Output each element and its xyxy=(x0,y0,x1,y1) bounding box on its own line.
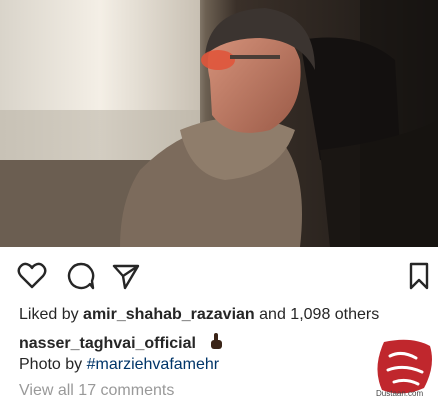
pointing-up-hand-icon xyxy=(211,333,223,349)
paper-plane-icon[interactable] xyxy=(111,261,141,291)
photo-by-label: Photo by xyxy=(19,356,83,373)
comment-icon[interactable] xyxy=(66,261,96,291)
photo-credit: Photo by #marziehvafamehr xyxy=(19,356,219,374)
bookmark-icon[interactable] xyxy=(408,261,430,291)
hashtag-link[interactable]: #marziehvafamehr xyxy=(87,356,220,373)
likes-suffix[interactable]: and 1,098 others xyxy=(259,306,379,323)
likes-summary: Liked by amir_shahab_razavian and 1,098 … xyxy=(19,306,379,324)
author-username-link[interactable]: nasser_taghvai_official xyxy=(19,335,196,352)
caption: nasser_taghvai_official xyxy=(19,332,224,353)
likes-prefix: Liked by xyxy=(19,306,79,323)
view-all-comments-link[interactable]: View all 17 comments xyxy=(19,382,174,400)
post-action-bar xyxy=(0,255,438,295)
post-photo-illustration xyxy=(0,0,438,247)
watermark-site: Dustaan.com xyxy=(376,389,424,398)
heart-icon[interactable] xyxy=(17,261,47,291)
liked-by-user-link[interactable]: amir_shahab_razavian xyxy=(83,306,255,323)
post-photo[interactable] xyxy=(0,0,438,247)
